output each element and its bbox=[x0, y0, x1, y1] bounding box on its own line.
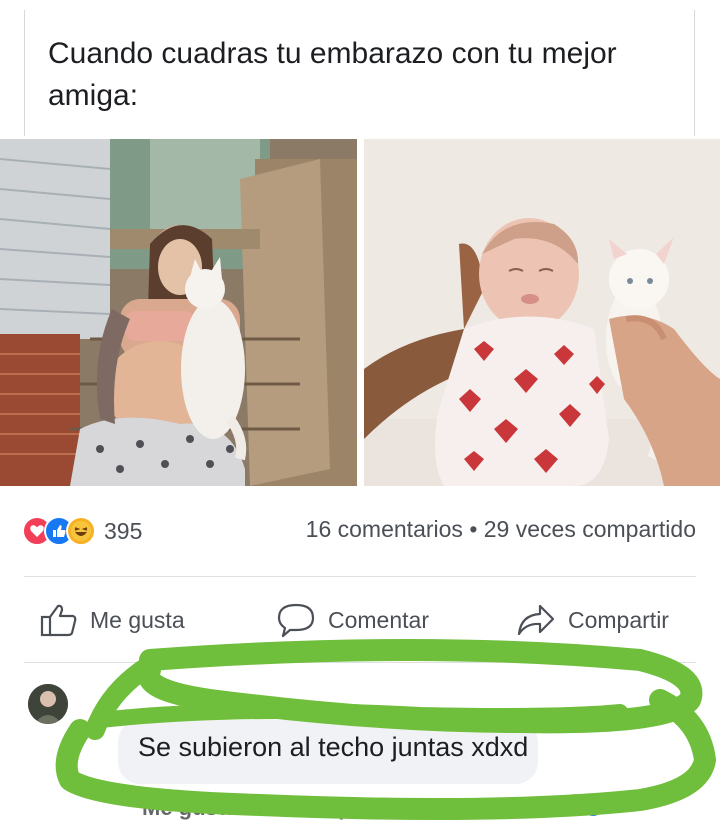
post-header-border-right bbox=[694, 10, 695, 136]
like-button[interactable]: Me gusta bbox=[40, 598, 185, 642]
comment-button[interactable]: Comentar bbox=[276, 598, 429, 642]
comments-count-link[interactable]: 16 comentarios bbox=[306, 516, 463, 542]
right-photo[interactable] bbox=[364, 139, 720, 486]
comment-text: Se subieron al techo juntas xdxd bbox=[138, 732, 529, 762]
thumbs-up-icon bbox=[40, 604, 77, 637]
reactions-summary[interactable]: 395 bbox=[22, 514, 142, 548]
haha-icon bbox=[66, 516, 96, 546]
divider bbox=[24, 576, 696, 577]
reaction-count[interactable]: 395 bbox=[104, 518, 142, 545]
like-icon bbox=[580, 792, 607, 818]
comment-reply-link[interactable]: Responder bbox=[298, 795, 413, 821]
like-button-label: Me gusta bbox=[90, 606, 185, 633]
share-button[interactable]: Compartir bbox=[516, 598, 669, 642]
divider bbox=[24, 662, 696, 663]
stats-separator: • bbox=[469, 516, 478, 542]
comment-button-label: Comentar bbox=[328, 606, 429, 633]
engagement-stats: 16 comentarios • 29 veces compartido bbox=[306, 516, 696, 543]
share-button-label: Compartir bbox=[568, 606, 669, 633]
post-header-border-left bbox=[24, 10, 25, 136]
speech-bubble-icon bbox=[277, 603, 315, 638]
commenter-avatar[interactable] bbox=[28, 684, 68, 724]
comment-reaction-count: 8 bbox=[540, 792, 553, 817]
post-caption: Cuando cuadras tu embarazo con tu mejor … bbox=[48, 37, 617, 112]
share-arrow-icon bbox=[517, 604, 555, 636]
comment-reactions[interactable]: 8 bbox=[540, 792, 607, 818]
shares-count-link[interactable]: 29 veces compartido bbox=[484, 516, 696, 542]
left-photo[interactable] bbox=[0, 139, 357, 486]
comment-like-link[interactable]: Me gusta bbox=[142, 795, 237, 821]
